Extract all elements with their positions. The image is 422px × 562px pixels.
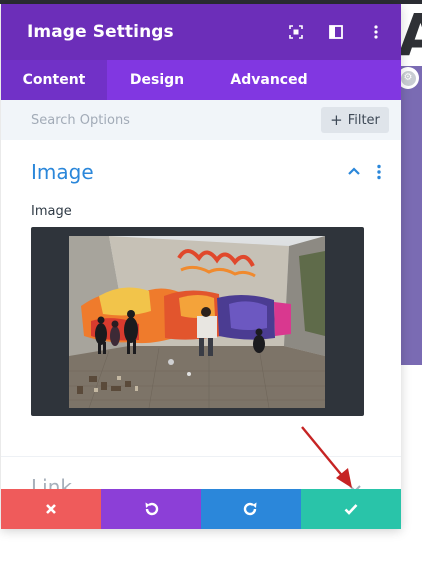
image-field-label: Image — [31, 204, 72, 219]
image-upload-preview[interactable] — [31, 227, 364, 416]
settings-tabs: Content Design Advanced — [1, 60, 401, 100]
tab-content[interactable]: Content — [1, 60, 107, 100]
image-section-header[interactable]: Image — [1, 140, 401, 196]
header-actions — [285, 4, 387, 60]
settings-content: Image Image Link — [1, 140, 401, 499]
check-icon — [344, 504, 358, 515]
section-divider — [1, 456, 401, 457]
plus-icon: + — [330, 110, 343, 129]
discard-button[interactable] — [1, 489, 101, 529]
redo-button[interactable] — [201, 489, 301, 529]
modal-header: Image Settings — [1, 4, 401, 60]
more-options-button[interactable] — [365, 21, 387, 43]
more-vertical-icon — [374, 25, 378, 39]
undo-icon — [145, 502, 159, 516]
image-settings-modal: Image Settings Content Design Advanced S… — [1, 4, 401, 529]
filter-label: Filter — [347, 112, 380, 128]
sidebar-toggle-icon — [329, 25, 343, 39]
tab-design[interactable]: Design — [107, 60, 207, 100]
background-heading-fragment: A — [398, 4, 422, 66]
modal-title: Image Settings — [27, 22, 174, 42]
save-button[interactable] — [301, 489, 401, 529]
section-title: Image — [31, 160, 94, 184]
close-icon — [46, 504, 56, 514]
search-options-input[interactable] — [23, 108, 309, 132]
fullscreen-icon — [289, 25, 303, 39]
graffiti-photo — [69, 236, 325, 408]
fullscreen-button[interactable] — [285, 21, 307, 43]
undo-button[interactable] — [101, 489, 201, 529]
modal-footer — [1, 489, 401, 529]
sidebar-toggle-button[interactable] — [325, 21, 347, 43]
more-vertical-icon[interactable] — [375, 164, 383, 180]
gear-icon: ⚙ — [400, 70, 416, 86]
search-row: + Filter — [1, 100, 401, 140]
chevron-up-icon[interactable] — [347, 166, 361, 176]
tab-advanced[interactable]: Advanced — [207, 60, 331, 100]
redo-icon — [243, 502, 257, 516]
filter-button[interactable]: + Filter — [321, 107, 389, 133]
